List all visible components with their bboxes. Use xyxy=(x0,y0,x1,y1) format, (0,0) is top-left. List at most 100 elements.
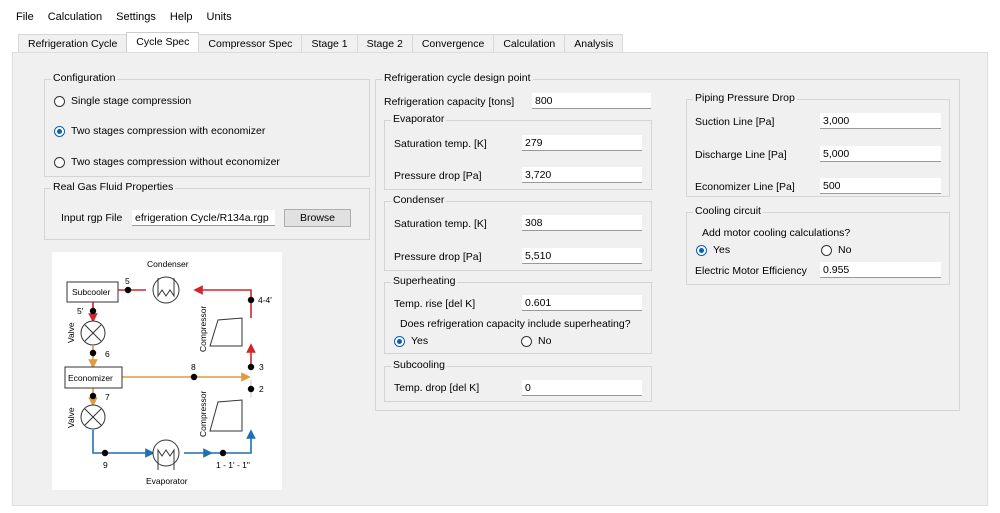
point-label: 5 xyxy=(125,276,130,286)
radio-circle[interactable] xyxy=(821,244,832,256)
efficiency-label: Electric Motor Efficiency xyxy=(695,265,807,277)
menu-settings[interactable]: Settings xyxy=(116,11,156,23)
piping-title: Piping Pressure Drop xyxy=(693,92,797,104)
evap-dp-input[interactable] xyxy=(522,167,642,183)
economizer-line-input[interactable] xyxy=(820,178,941,194)
condenser-title: Condenser xyxy=(391,194,447,206)
condenser-label: Condenser xyxy=(147,259,189,269)
evap-sat-input[interactable] xyxy=(522,135,642,151)
rgp-label: Input rgp File xyxy=(61,212,123,224)
cycle-diagram: Condenser Subcooler Economizer Evaporato… xyxy=(52,252,282,490)
discharge-input[interactable] xyxy=(820,146,941,162)
rise-label: Temp. rise [del K] xyxy=(394,298,476,310)
valve-label: Valve xyxy=(66,322,76,343)
compressor-label: Compressor xyxy=(198,306,208,352)
suction-label: Suction Line [Pa] xyxy=(695,116,775,128)
radio-label: No xyxy=(538,335,552,347)
radio-circle[interactable] xyxy=(54,95,65,107)
efficiency-input[interactable] xyxy=(820,262,941,278)
menu-bar: File Calculation Settings Help Units xyxy=(16,11,232,23)
radio-label: No xyxy=(838,244,852,256)
radio-label: Single stage compression xyxy=(71,95,192,107)
rgp-file-input[interactable] xyxy=(132,210,275,226)
subcooling-group: Subcooling Temp. drop [del K] xyxy=(384,359,652,402)
evap-sat-label: Saturation temp. [K] xyxy=(394,138,487,150)
point-label: 5' xyxy=(77,306,84,316)
condenser-icon xyxy=(152,276,180,304)
evap-dp-label: Pressure drop [Pa] xyxy=(394,170,482,182)
tab-calculation[interactable]: Calculation xyxy=(493,34,566,52)
tab-convergence[interactable]: Convergence xyxy=(411,34,495,52)
configuration-title: Configuration xyxy=(51,72,118,84)
point-label: 7 xyxy=(105,392,110,402)
browse-button[interactable]: Browse xyxy=(284,209,351,227)
radio-circle[interactable] xyxy=(54,156,65,168)
tab-compressor-spec[interactable]: Compressor Spec xyxy=(198,34,303,52)
radio-label: Yes xyxy=(713,244,731,256)
tab-refrigeration-cycle[interactable]: Refrigeration Cycle xyxy=(18,34,128,52)
point-label: 4-4' xyxy=(258,295,272,305)
menu-calculation[interactable]: Calculation xyxy=(48,11,102,23)
tab-analysis[interactable]: Analysis xyxy=(564,34,624,52)
evaporator-label: Evaporator xyxy=(146,476,188,486)
radio-circle[interactable] xyxy=(394,335,405,347)
cooling-yes[interactable]: Yes xyxy=(696,244,730,256)
economizer-line-label: Economizer Line [Pa] xyxy=(695,181,795,193)
rise-input[interactable] xyxy=(522,295,642,311)
configuration-group: Configuration Single stage compression T… xyxy=(44,72,370,177)
evaporator-group: Evaporator Saturation temp. [K] Pressure… xyxy=(384,113,652,190)
subcooling-title: Subcooling xyxy=(391,359,447,371)
radio-circle[interactable] xyxy=(521,335,532,347)
evaporator-icon xyxy=(152,439,180,467)
radio-two-stage-economizer[interactable]: Two stages compression with economizer xyxy=(54,125,265,137)
valve-label: Valve xyxy=(66,407,76,428)
menu-help[interactable]: Help xyxy=(170,11,193,23)
menu-units[interactable]: Units xyxy=(207,11,232,23)
tab-cycle-spec[interactable]: Cycle Spec xyxy=(126,32,200,52)
point-label: 1 - 1' - 1" xyxy=(216,460,250,470)
drop-label: Temp. drop [del K] xyxy=(394,382,480,394)
economizer-label: Economizer xyxy=(68,373,113,383)
cooling-no[interactable]: No xyxy=(821,244,851,256)
capacity-input[interactable] xyxy=(532,93,651,109)
radio-two-stage-no-economizer[interactable]: Two stages compression without economize… xyxy=(54,156,280,168)
rgp-title: Real Gas Fluid Properties xyxy=(51,181,176,193)
suction-input[interactable] xyxy=(820,113,941,129)
superheating-group: Superheating Temp. rise [del K] Does ref… xyxy=(384,275,652,354)
radio-label: Two stages compression without economize… xyxy=(71,156,280,168)
point-label: 3 xyxy=(259,362,264,372)
rgp-group: Real Gas Fluid Properties Input rgp File… xyxy=(44,181,370,240)
tab-stage-1[interactable]: Stage 1 xyxy=(301,34,358,52)
drop-input[interactable] xyxy=(522,380,642,396)
radio-label: Two stages compression with economizer xyxy=(71,125,266,137)
compressor-label: Compressor xyxy=(198,391,208,437)
piping-group: Piping Pressure Drop Suction Line [Pa] D… xyxy=(686,92,950,197)
menu-file[interactable]: File xyxy=(16,11,34,23)
evaporator-title: Evaporator xyxy=(391,113,447,125)
cond-sat-input[interactable] xyxy=(522,215,642,231)
superheating-question: Does refrigeration capacity include supe… xyxy=(400,318,631,330)
condenser-group: Condenser Saturation temp. [K] Pressure … xyxy=(384,194,652,271)
cond-dp-label: Pressure drop [Pa] xyxy=(394,251,482,263)
point-label: 6 xyxy=(105,349,110,359)
superheating-title: Superheating xyxy=(391,275,458,287)
point-label: 9 xyxy=(103,460,108,470)
cooling-question: Add motor cooling calculations? xyxy=(702,227,851,239)
discharge-label: Discharge Line [Pa] xyxy=(695,149,787,161)
point-label: 2 xyxy=(259,384,264,394)
design-point-title: Refrigeration cycle design point xyxy=(382,72,533,84)
tab-stage-2[interactable]: Stage 2 xyxy=(356,34,413,52)
tab-bar: Refrigeration Cycle Cycle Spec Compresso… xyxy=(18,32,624,52)
point-label: 8 xyxy=(191,362,196,372)
superheating-no[interactable]: No xyxy=(521,335,551,347)
radio-circle[interactable] xyxy=(54,125,65,137)
cooling-group: Cooling circuit Add motor cooling calcul… xyxy=(686,205,950,285)
radio-circle[interactable] xyxy=(696,244,707,256)
cond-dp-input[interactable] xyxy=(522,248,642,264)
radio-label: Yes xyxy=(411,335,429,347)
capacity-label: Refrigeration capacity [tons] xyxy=(384,96,515,108)
cooling-title: Cooling circuit xyxy=(693,205,763,217)
superheating-yes[interactable]: Yes xyxy=(394,335,428,347)
subcooler-label: Subcooler xyxy=(72,287,110,297)
radio-single-stage[interactable]: Single stage compression xyxy=(54,95,191,107)
